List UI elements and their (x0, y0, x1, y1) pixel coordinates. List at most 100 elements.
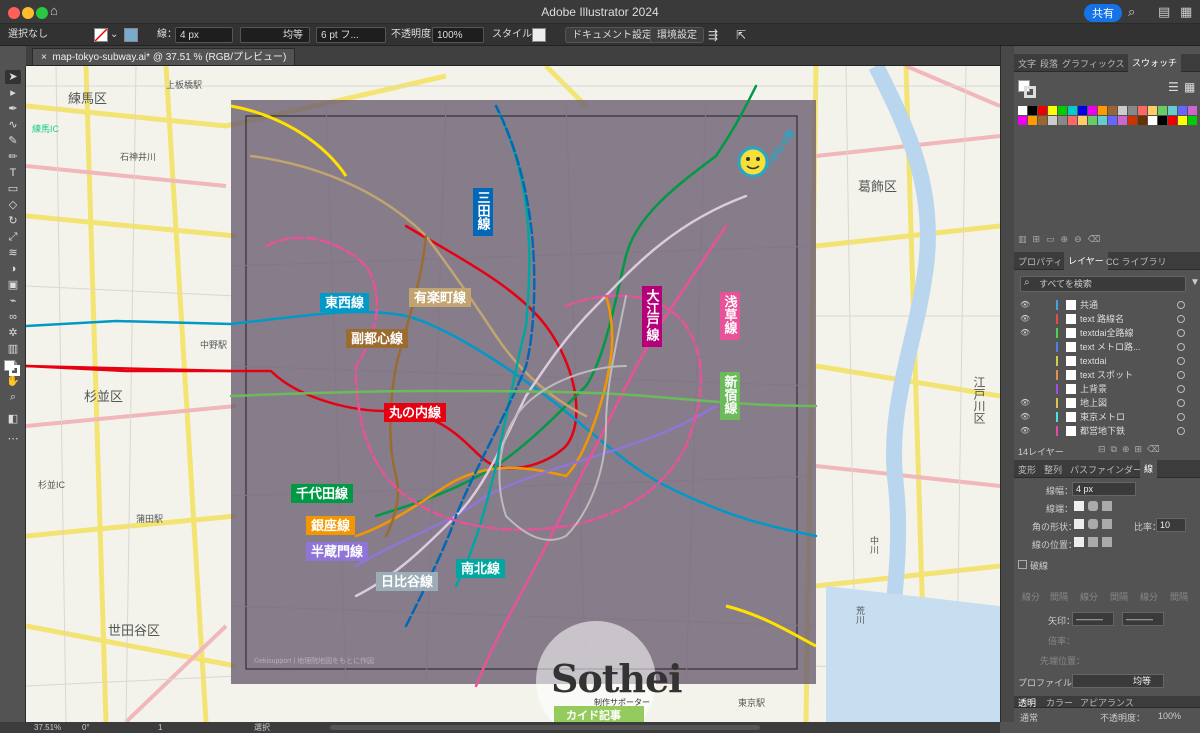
swatch[interactable] (1018, 106, 1027, 115)
target-icon[interactable] (1177, 385, 1185, 393)
swatch[interactable] (1148, 116, 1157, 125)
swatch[interactable] (1078, 116, 1087, 125)
swatch[interactable] (1098, 116, 1107, 125)
selection-tool-icon[interactable]: ➤ (5, 70, 21, 84)
target-icon[interactable] (1177, 413, 1185, 421)
swatch[interactable] (1138, 106, 1147, 115)
swatch[interactable] (1158, 106, 1167, 115)
miter-join-icon[interactable] (1074, 519, 1084, 529)
pencil-tool-icon[interactable]: ✏ (5, 150, 21, 164)
eraser-tool-icon[interactable]: ◇ (5, 198, 21, 212)
hand-tool-icon[interactable]: ✋ (5, 374, 21, 388)
swatch[interactable] (1158, 116, 1167, 125)
more-tools-icon[interactable]: ⋯ (5, 432, 21, 446)
graph-tool-icon[interactable]: ▥ (5, 342, 21, 356)
brush-select[interactable]: 6 pt フ... (316, 27, 386, 43)
swatch[interactable] (1168, 116, 1177, 125)
shape-builder-tool-icon[interactable]: ◑ (5, 262, 21, 276)
dock-collapse-strip[interactable] (1001, 46, 1014, 722)
preferences-button[interactable]: 環境設定 (650, 27, 704, 43)
target-icon[interactable] (1177, 315, 1185, 323)
filter-icon[interactable]: ▼ (1190, 277, 1200, 288)
eye-icon[interactable]: 👁 (1020, 312, 1030, 326)
stroke-swatch[interactable] (124, 28, 138, 42)
export-icon[interactable]: ⇱ (736, 27, 746, 43)
swatch[interactable] (1188, 116, 1197, 125)
swatch[interactable] (1168, 106, 1177, 115)
target-icon[interactable] (1177, 371, 1185, 379)
tab-pathfinder[interactable]: パスファインダー (1070, 463, 1142, 476)
scale-tool-icon[interactable]: ⤢ (5, 230, 21, 244)
swatch[interactable] (1138, 116, 1147, 125)
paintbrush-tool-icon[interactable]: ✎ (5, 134, 21, 148)
swatch[interactable] (1048, 116, 1057, 125)
layer-row[interactable]: text メトロ路... (1014, 340, 1200, 354)
tab-transparency[interactable]: 透明 (1018, 696, 1036, 709)
eyedropper-tool-icon[interactable]: ⌁ (5, 294, 21, 308)
target-icon[interactable] (1177, 399, 1185, 407)
target-icon[interactable] (1177, 357, 1185, 365)
layer-search-input[interactable]: すべてを検索 (1020, 276, 1186, 292)
artboard-number[interactable]: 1 (158, 722, 162, 733)
swatch[interactable] (1188, 106, 1197, 115)
layer-row[interactable]: 👁 地上図 (1014, 396, 1200, 410)
layer-row[interactable]: 👁 共通 (1014, 298, 1200, 312)
layer-row[interactable]: 👁 都営地下鉄 (1014, 424, 1200, 438)
layer-row[interactable]: 上背景 (1014, 382, 1200, 396)
eye-icon[interactable]: 👁 (1020, 396, 1030, 410)
opacity-value[interactable]: 100% (1158, 711, 1181, 721)
butt-cap-icon[interactable] (1074, 501, 1084, 511)
layer-row[interactable]: text スポット (1014, 368, 1200, 382)
swatch[interactable] (1118, 106, 1127, 115)
panels-icon[interactable]: ▦ (1180, 4, 1192, 20)
horizontal-scrollbar[interactable] (330, 725, 760, 730)
eye-icon[interactable]: 👁 (1020, 424, 1030, 438)
swatch[interactable] (1088, 116, 1097, 125)
start-arrowhead-select[interactable]: ――― (1072, 612, 1114, 626)
swatch[interactable] (1028, 106, 1037, 115)
tab-layers[interactable]: レイヤー (1064, 252, 1108, 270)
tab-cc-libraries[interactable]: CC ライブラリ (1106, 255, 1167, 268)
blend-tool-icon[interactable]: ∞ (5, 310, 21, 324)
layer-row[interactable]: textdai (1014, 354, 1200, 368)
document-settings-button[interactable]: ドキュメント設定 (565, 27, 659, 43)
document-tab[interactable]: × map-tokyo-subway.ai* @ 37.51 % (RGB/プレ… (32, 48, 296, 65)
swatch[interactable] (1068, 106, 1077, 115)
curvature-tool-icon[interactable]: ∿ (5, 118, 21, 132)
blend-mode-select[interactable]: 通常 (1020, 711, 1038, 724)
swatch[interactable] (1108, 106, 1117, 115)
swatch[interactable] (1088, 106, 1097, 115)
round-join-icon[interactable] (1088, 519, 1098, 529)
swatch[interactable] (1048, 106, 1057, 115)
swatch-panel-footer-icons[interactable]: ▥⊞▭⊕⊖⌫ (1018, 234, 1106, 245)
swatch[interactable] (1038, 116, 1047, 125)
swatch[interactable] (1058, 116, 1067, 125)
target-icon[interactable] (1177, 329, 1185, 337)
layer-row[interactable]: 👁 textdai全路線 (1014, 326, 1200, 340)
eye-icon[interactable]: 👁 (1020, 298, 1030, 312)
fill-dropdown-icon[interactable]: ⌄ (110, 27, 118, 43)
eye-icon[interactable]: 👁 (1020, 410, 1030, 424)
rotate-tool-icon[interactable]: ↻ (5, 214, 21, 228)
align-center-icon[interactable] (1074, 537, 1084, 547)
direct-selection-tool-icon[interactable]: ▸ (5, 86, 21, 100)
tab-stroke[interactable]: 線 (1140, 460, 1158, 478)
swatch[interactable] (1128, 116, 1137, 125)
opacity-field[interactable]: 100% (432, 27, 484, 43)
eye-icon[interactable]: 👁 (1020, 326, 1030, 340)
swatch[interactable] (1018, 116, 1027, 125)
type-tool-icon[interactable]: T (5, 166, 21, 180)
swatch[interactable] (1108, 116, 1117, 125)
layer-row[interactable]: 👁 東京メトロ (1014, 410, 1200, 424)
tab-color[interactable]: カラー (1046, 696, 1073, 709)
share-button[interactable]: 共有 (1084, 4, 1122, 22)
width-tool-icon[interactable]: ≋ (5, 246, 21, 260)
rectangle-tool-icon[interactable]: ▭ (5, 182, 21, 196)
draw-mode-icon[interactable]: ◧ (5, 412, 21, 426)
swatch[interactable] (1028, 116, 1037, 125)
stroke-weight-field[interactable]: 4 px (1072, 482, 1136, 496)
end-arrowhead-select[interactable]: ――― (1122, 612, 1164, 626)
swatch[interactable] (1068, 116, 1077, 125)
swatch[interactable] (1078, 106, 1087, 115)
swatch[interactable] (1038, 106, 1047, 115)
